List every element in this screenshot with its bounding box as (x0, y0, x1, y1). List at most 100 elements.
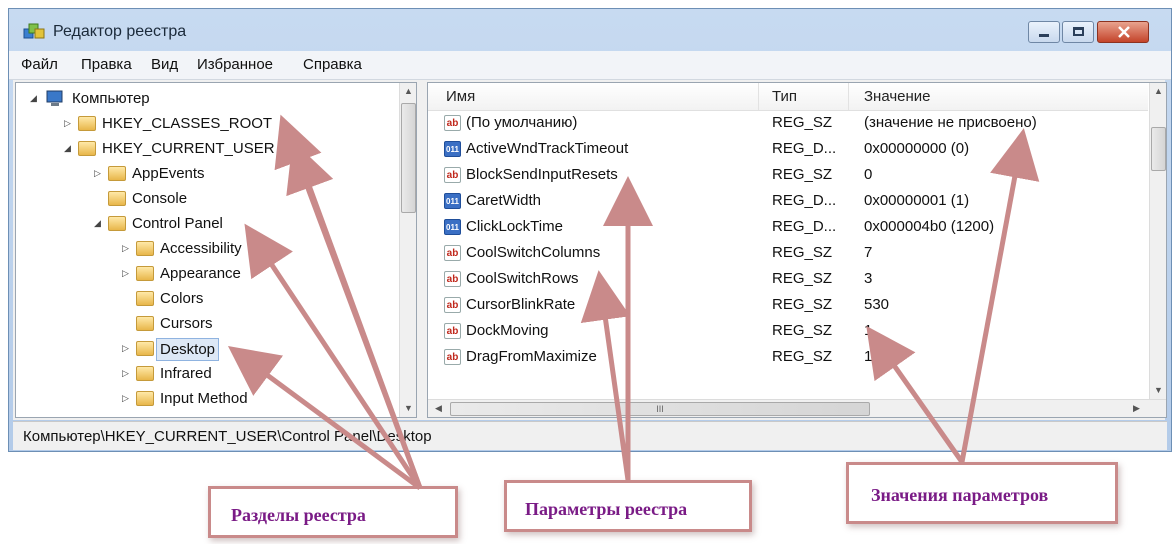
tree-item-appearance[interactable]: ▷ Appearance (16, 261, 396, 286)
tree-item-accessibility[interactable]: ▷ Accessibility (16, 236, 396, 261)
callout-label: Параметры реестра (525, 499, 688, 519)
column-header-type[interactable]: Тип (772, 88, 797, 105)
list-row[interactable]: 011 ActiveWndTrackTimeout REG_D... 0x000000… (428, 136, 1148, 162)
registry-editor-window: Редактор реестра Файл Правка Вид Избранн… (8, 8, 1172, 452)
scrollbar-thumb[interactable]: III (450, 402, 870, 416)
binary-value-icon: 011 (444, 219, 461, 235)
tree-item-desktop[interactable]: ▷ Desktop (16, 336, 396, 361)
list-row[interactable]: ab DockMoving REG_SZ 1 (428, 318, 1148, 344)
title-bar[interactable]: Редактор реестра (9, 9, 1171, 51)
scrollbar-thumb[interactable] (1151, 127, 1166, 171)
tree-label: Infrared (160, 365, 212, 382)
string-value-icon: ab (444, 167, 461, 183)
computer-icon (46, 90, 63, 106)
tree-item-hkcr[interactable]: ▷ HKEY_CLASSES_ROOT (16, 111, 396, 136)
menu-view[interactable]: Вид (151, 56, 178, 73)
callout-registry-sections: Разделы реестра (208, 486, 458, 538)
client-area: ◢ Компьютер ▷ HKEY_CLASSES_ROOT ◢ HKEY_C… (13, 80, 1167, 420)
menu-help[interactable]: Справка (303, 56, 362, 73)
tree-item-colors[interactable]: Colors (16, 286, 396, 311)
maximize-button[interactable] (1062, 21, 1094, 43)
list-row[interactable]: ab (По умолчанию) REG_SZ (значение не присв… (428, 110, 1148, 136)
folder-icon (136, 241, 154, 256)
value-type: REG_SZ (772, 244, 833, 261)
list-vertical-scrollbar[interactable]: ▲ ▼ (1149, 83, 1166, 399)
expand-arrow-icon[interactable]: ▷ (122, 386, 129, 411)
folder-icon (136, 291, 154, 306)
scroll-right-arrow-icon[interactable]: ▶ (1128, 400, 1145, 417)
tree-item-appevents[interactable]: ▷ AppEvents (16, 161, 396, 186)
expand-arrow-icon[interactable]: ▷ (94, 161, 101, 186)
menu-bar: Файл Правка Вид Избранное Справка (9, 51, 1171, 80)
value-data: 0x000004b0 (1200) (864, 218, 995, 235)
value-data: 1 (864, 322, 873, 339)
menu-file[interactable]: Файл (21, 56, 58, 73)
value-name: (По умолчанию) (466, 114, 578, 131)
scroll-down-arrow-icon[interactable]: ▼ (400, 400, 416, 417)
folder-icon (108, 166, 126, 181)
column-header-value[interactable]: Значение (864, 88, 931, 105)
collapse-arrow-icon[interactable]: ◢ (64, 136, 71, 161)
list-row[interactable]: ab CoolSwitchRows REG_SZ 3 (428, 266, 1148, 292)
value-name: DockMoving (466, 322, 549, 339)
scroll-up-arrow-icon[interactable]: ▲ (1150, 83, 1166, 100)
list-row[interactable]: 011 ClickLockTime REG_D... 0x000004b0 (1200… (428, 214, 1148, 240)
callout-label: Значения параметров (871, 485, 1049, 505)
list-horizontal-scrollbar[interactable]: ◀ III ▶ (428, 399, 1166, 417)
scroll-down-arrow-icon[interactable]: ▼ (1150, 382, 1166, 399)
tree-item-hkcu[interactable]: ◢ HKEY_CURRENT_USER (16, 136, 396, 161)
tree-item-cursors[interactable]: Cursors (16, 311, 396, 336)
values-list-pane[interactable]: Имя Тип Значение ab (По умолчанию) REG_SZ (… (427, 82, 1167, 418)
folder-icon (136, 391, 154, 406)
tree-label: AppEvents (132, 165, 205, 182)
expand-arrow-icon[interactable]: ▷ (122, 236, 129, 261)
folder-icon (108, 191, 126, 206)
menu-favorites[interactable]: Избранное (197, 56, 273, 73)
collapse-arrow-icon[interactable]: ◢ (94, 211, 101, 236)
folder-icon (136, 366, 154, 381)
window-title: Редактор реестра (53, 23, 187, 40)
tree-item-console[interactable]: Console (16, 186, 396, 211)
column-header-name[interactable]: Имя (446, 88, 475, 105)
value-type: REG_SZ (772, 270, 833, 287)
minimize-icon (1039, 34, 1049, 37)
column-divider[interactable] (758, 83, 759, 110)
close-button[interactable] (1097, 21, 1149, 43)
tree-vertical-scrollbar[interactable]: ▲ ▼ (399, 83, 416, 417)
expand-arrow-icon[interactable]: ▷ (122, 336, 129, 361)
scroll-left-arrow-icon[interactable]: ◀ (430, 400, 447, 417)
value-type: REG_D... (772, 192, 837, 209)
list-row[interactable]: ab CursorBlinkRate REG_SZ 530 (428, 292, 1148, 318)
binary-value-icon: 011 (444, 193, 461, 209)
list-header: Имя Тип Значение (428, 83, 1148, 111)
list-row[interactable]: ab BlockSendInputResets REG_SZ 0 (428, 162, 1148, 188)
string-value-icon: ab (444, 323, 461, 339)
value-data: 0x00000001 (1) (864, 192, 970, 209)
tree-item-computer[interactable]: ◢ Компьютер (16, 86, 396, 111)
minimize-button[interactable] (1028, 21, 1060, 43)
expand-arrow-icon[interactable]: ▷ (64, 111, 71, 136)
callout-registry-parameters: Параметры реестра (504, 480, 752, 532)
expand-arrow-icon[interactable]: ▷ (122, 361, 129, 386)
value-data: 0 (864, 166, 873, 183)
collapse-arrow-icon[interactable]: ◢ (30, 86, 37, 111)
expand-arrow-icon[interactable]: ▷ (122, 261, 129, 286)
tree-label: Colors (160, 290, 204, 307)
list-row[interactable]: 011 CaretWidth REG_D... 0x00000001 (1) (428, 188, 1148, 214)
string-value-icon: ab (444, 245, 461, 261)
tree-item-input-method[interactable]: ▷ Input Method (16, 386, 396, 411)
scrollbar-thumb[interactable] (401, 103, 416, 213)
value-data: (значение не присвоено) (864, 114, 1037, 131)
tree-label: Control Panel (132, 215, 223, 232)
tree-item-control-panel[interactable]: ◢ Control Panel (16, 211, 396, 236)
list-row[interactable]: ab DragFromMaximize REG_SZ 1 (428, 344, 1148, 370)
value-name: ActiveWndTrackTimeout (466, 140, 629, 157)
column-divider[interactable] (848, 83, 849, 110)
menu-edit[interactable]: Правка (81, 56, 132, 73)
scroll-up-arrow-icon[interactable]: ▲ (400, 83, 416, 100)
tree-item-infrared[interactable]: ▷ Infrared (16, 361, 396, 386)
tree-label: Appearance (160, 265, 241, 282)
key-tree-pane[interactable]: ◢ Компьютер ▷ HKEY_CLASSES_ROOT ◢ HKEY_C… (15, 82, 417, 418)
value-data: 0x00000000 (0) (864, 140, 970, 157)
list-row[interactable]: ab CoolSwitchColumns REG_SZ 7 (428, 240, 1148, 266)
